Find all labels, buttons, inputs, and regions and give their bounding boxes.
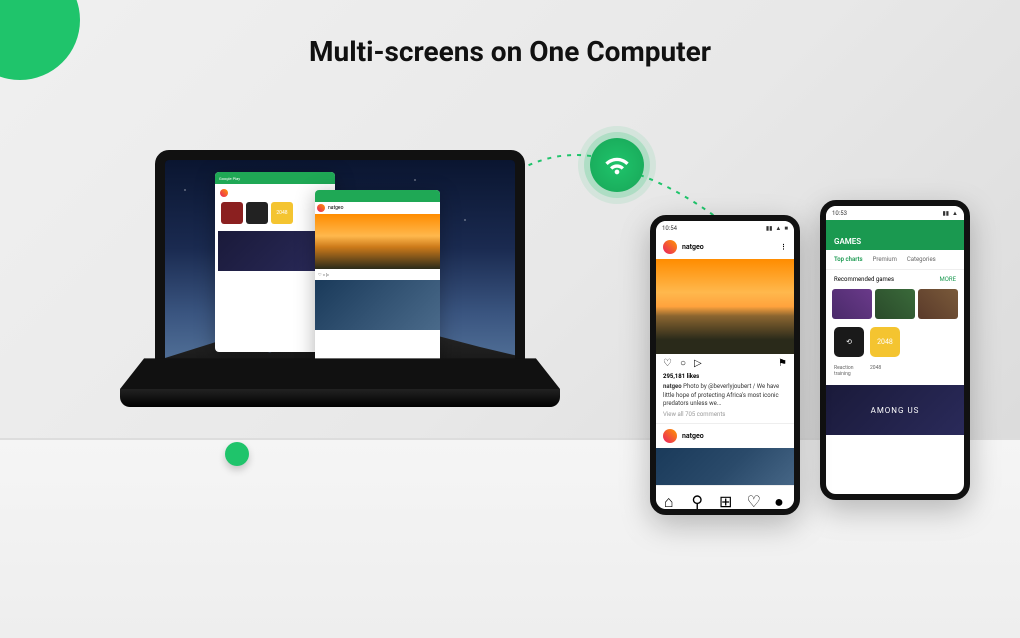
more-link[interactable]: MORE: [940, 276, 956, 283]
window-header: [315, 190, 440, 202]
bookmark-icon[interactable]: ⚑: [778, 358, 787, 369]
nav-home-icon[interactable]: ⌂: [664, 492, 676, 504]
comment-icon[interactable]: ○: [680, 358, 686, 369]
window-header: Google Play: [215, 172, 335, 184]
status-bar: 10:54 ▮▮▲■: [656, 221, 794, 235]
phones-group: 10:53 ▮▮▲ GAMES Top charts Premium Categ…: [650, 200, 970, 520]
status-time: 10:54: [662, 225, 677, 232]
section-title: Recommended games: [834, 276, 894, 283]
post-actions: ♡ ○ ▷ ⚑: [656, 354, 794, 373]
wifi-icon: [590, 138, 644, 192]
phone-instagram: 10:54 ▮▮▲■ natgeo ⋮ ♡ ○ ▷ ⚑ 295,181 like…: [650, 215, 800, 515]
tab-premium[interactable]: Premium: [873, 256, 897, 263]
tab-categories[interactable]: Categories: [907, 256, 936, 263]
post-header-2[interactable]: natgeo: [656, 423, 794, 448]
laptop-device: Google Play 2048 natgeo: [120, 150, 560, 480]
tabs-row: Top charts Premium Categories: [826, 250, 964, 270]
game-card[interactable]: [918, 289, 958, 319]
post-image: [315, 214, 440, 269]
like-icon[interactable]: ♡: [663, 358, 672, 369]
page-title: Multi-screens on One Computer: [0, 35, 1020, 68]
post-username[interactable]: natgeo: [682, 432, 704, 440]
more-icon[interactable]: ⋮: [780, 243, 787, 251]
window-title: Google Play: [219, 176, 240, 181]
post-caption: natgeo Photo by @beverlyjoubert / We hav…: [663, 383, 787, 408]
bottom-nav: ⌂ ⚲ ⊞ ♡ ●: [656, 485, 794, 509]
nav-search-icon[interactable]: ⚲: [691, 492, 703, 504]
send-icon[interactable]: ▷: [694, 358, 702, 369]
mirrored-window-instagram: natgeo ♡ ○ ▷: [315, 190, 440, 385]
nav-activity-icon[interactable]: ♡: [747, 492, 759, 504]
laptop-screen: Google Play 2048 natgeo: [155, 150, 525, 390]
view-comments-link[interactable]: View all 705 comments: [663, 411, 787, 419]
game-card[interactable]: [832, 289, 872, 319]
game-cards-row: [826, 289, 964, 319]
avatar-icon: [317, 204, 325, 212]
tab-top-charts[interactable]: Top charts: [834, 256, 863, 263]
game-card[interactable]: [875, 289, 915, 319]
phone-playstore: 10:53 ▮▮▲ GAMES Top charts Premium Categ…: [820, 200, 970, 500]
decorative-dot: [225, 442, 249, 466]
status-bar: 10:53 ▮▮▲: [826, 206, 964, 220]
nav-profile-icon[interactable]: ●: [774, 492, 786, 504]
app-label: Reaction training: [834, 365, 864, 377]
status-time: 10:53: [832, 210, 847, 217]
likes-count[interactable]: 295,181 likes: [663, 373, 787, 381]
avatar-icon: [663, 240, 677, 254]
games-header: GAMES: [826, 220, 964, 250]
post-header[interactable]: natgeo ⋮: [656, 235, 794, 259]
app-icon-reaction[interactable]: ⟲: [834, 327, 864, 357]
among-us-banner[interactable]: AMONG US: [826, 385, 964, 435]
post-image-sunset[interactable]: [656, 259, 794, 354]
avatar-icon: [663, 429, 677, 443]
nav-add-icon[interactable]: ⊞: [719, 492, 731, 504]
app-icon-2048[interactable]: 2048: [870, 327, 900, 357]
post-username[interactable]: natgeo: [682, 243, 704, 251]
app-label: 2048: [870, 365, 900, 377]
username: natgeo: [328, 205, 343, 211]
